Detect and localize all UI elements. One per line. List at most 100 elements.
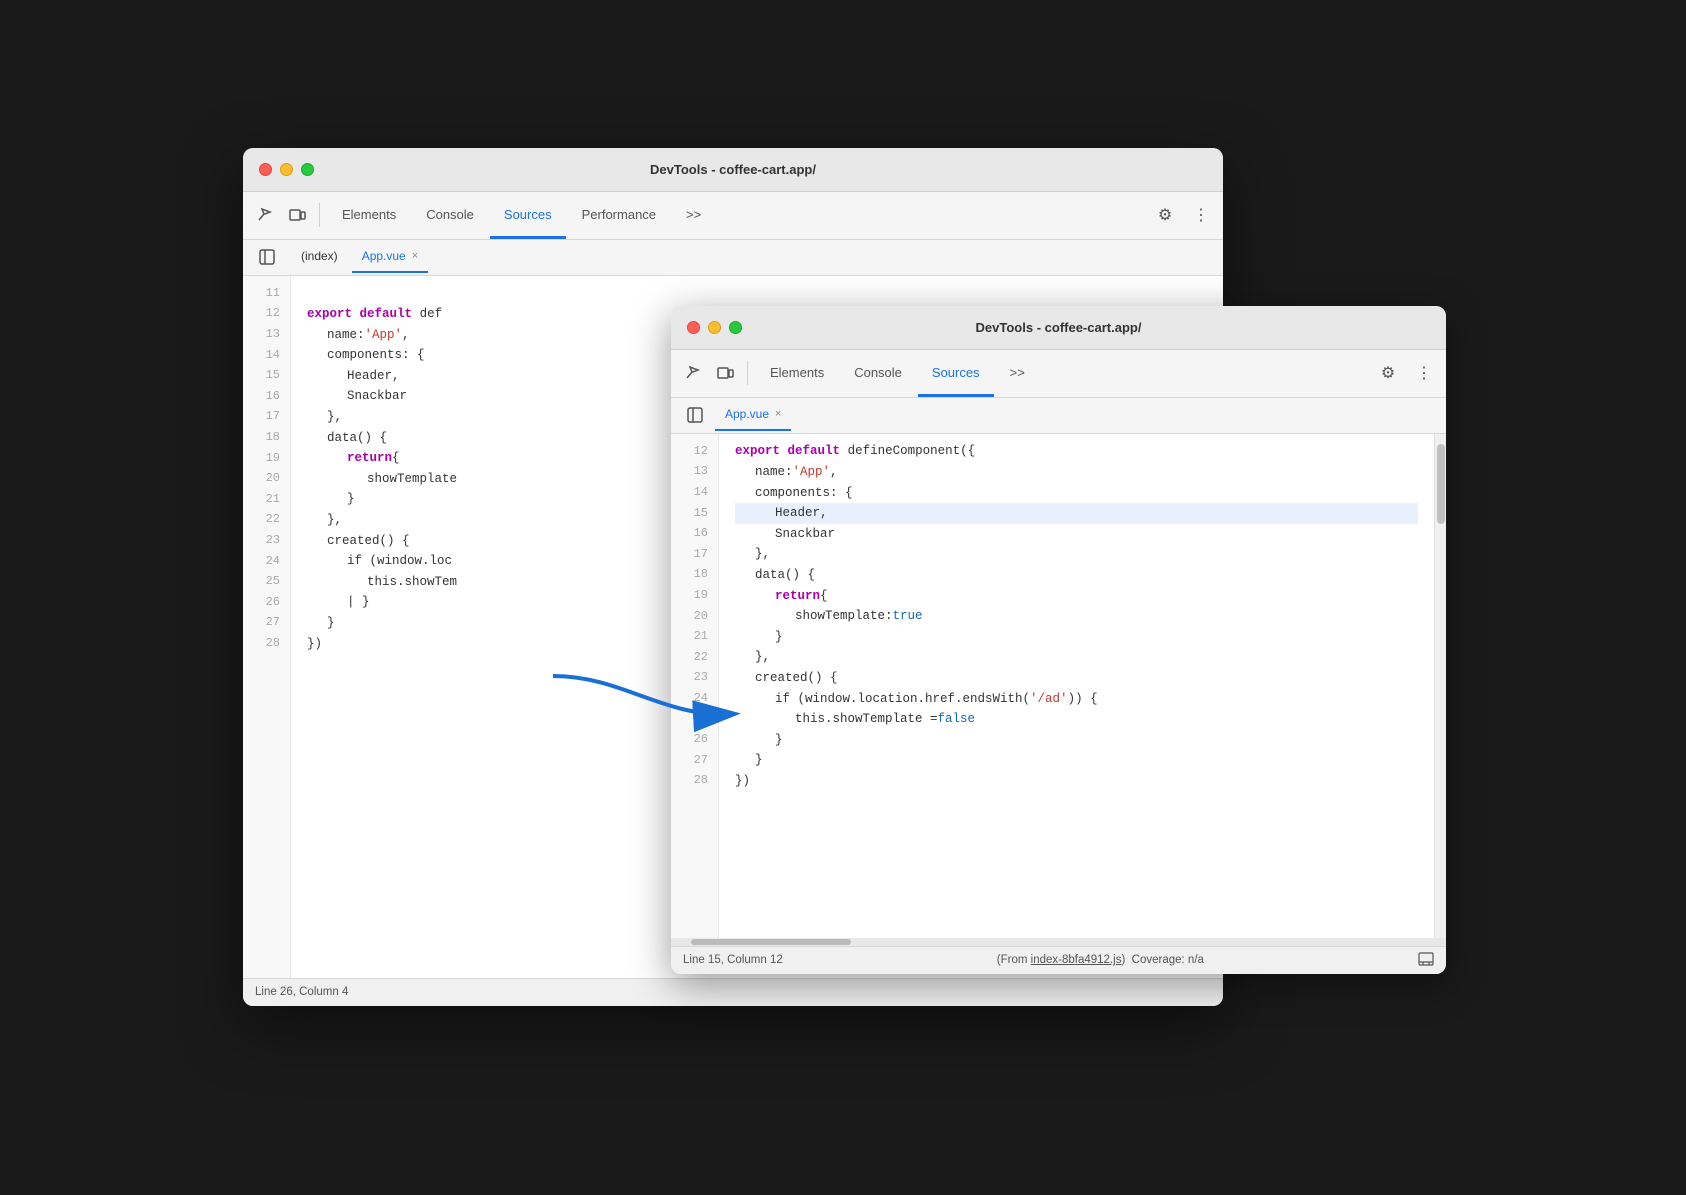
fcode-line-21: } (735, 627, 1418, 648)
toolbar-front: Elements Console Sources >> ⚙ ⋮ (671, 350, 1446, 398)
fcode-line-26: } (735, 730, 1418, 751)
close-tab-icon-back[interactable]: × (412, 250, 418, 262)
line-numbers-back: 11 12 13 14 15 16 17 18 19 20 21 22 23 2… (243, 276, 291, 978)
settings-icon-front[interactable]: ⚙ (1374, 359, 1402, 387)
ln-11: 11 (243, 284, 290, 305)
fcode-line-27: } (735, 750, 1418, 771)
ln-25: 25 (243, 572, 290, 593)
fln-20: 20 (671, 606, 718, 627)
status-position-back: Line 26, Column 4 (255, 986, 348, 998)
code-line-11 (307, 284, 1207, 305)
status-bar-front: Line 15, Column 12 (From index-8bfa4912.… (671, 946, 1446, 974)
maximize-button-back[interactable] (301, 163, 314, 176)
fln-19: 19 (671, 586, 718, 607)
fln-23: 23 (671, 668, 718, 689)
more-icon-front[interactable]: ⋮ (1410, 359, 1438, 387)
tab-nav-back: Elements Console Sources Performance >> (328, 192, 1147, 239)
tab-sources-front[interactable]: Sources (918, 350, 994, 397)
fcode-line-13: name: 'App', (735, 462, 1418, 483)
fln-13: 13 (671, 462, 718, 483)
ln-22: 22 (243, 510, 290, 531)
tab-more-front[interactable]: >> (996, 350, 1039, 397)
file-tab-index-back[interactable]: (index) (287, 240, 352, 275)
close-tab-icon-front[interactable]: × (775, 408, 781, 420)
status-from: (From index-8bfa4912.js) Coverage: n/a (997, 954, 1204, 966)
maximize-button-front[interactable] (729, 321, 742, 334)
fcode-line-16: Snackbar (735, 524, 1418, 545)
fcode-line-23: created() { (735, 668, 1418, 689)
fcode-line-12: export default defineComponent({ (735, 442, 1418, 463)
fln-22: 22 (671, 647, 718, 668)
minimize-button-back[interactable] (280, 163, 293, 176)
ln-23: 23 (243, 531, 290, 552)
sep-front (747, 361, 748, 385)
ln-13: 13 (243, 325, 290, 346)
h-scrollbar-thumb-front[interactable] (691, 939, 851, 945)
tab-elements-front[interactable]: Elements (756, 350, 838, 397)
fcode-line-28: }) (735, 771, 1418, 792)
fln-27: 27 (671, 750, 718, 771)
file-tabs-bar-back: (index) App.vue × (243, 240, 1223, 276)
status-bar-back: Line 26, Column 4 (243, 978, 1223, 1006)
fcode-line-19: return { (735, 586, 1418, 607)
devtools-window-front: DevTools - coffee-cart.app/ Elements Con… (671, 306, 1446, 974)
fln-18: 18 (671, 565, 718, 586)
inspect-icon-front[interactable] (679, 359, 707, 387)
file-tabs-bar-front: App.vue × (671, 398, 1446, 434)
tab-console-back[interactable]: Console (412, 192, 488, 239)
window-title-back: DevTools - coffee-cart.app/ (650, 162, 816, 177)
ln-20: 20 (243, 469, 290, 490)
file-tab-app-back[interactable]: App.vue × (352, 241, 428, 273)
window-title-front: DevTools - coffee-cart.app/ (976, 320, 1142, 335)
tab-performance-back[interactable]: Performance (568, 192, 670, 239)
tab-nav-front: Elements Console Sources >> (756, 350, 1370, 397)
toolbar-back: Elements Console Sources Performance >> … (243, 192, 1223, 240)
ln-16: 16 (243, 386, 290, 407)
minimize-button-front[interactable] (708, 321, 721, 334)
ln-24: 24 (243, 551, 290, 572)
traffic-lights-front (687, 321, 742, 334)
traffic-lights-back (259, 163, 314, 176)
titlebar-front: DevTools - coffee-cart.app/ (671, 306, 1446, 350)
fln-25: 25 (671, 709, 718, 730)
fcode-line-22: }, (735, 647, 1418, 668)
sidebar-toggle-front[interactable] (679, 399, 711, 431)
file-tab-name-back: App.vue (362, 249, 406, 263)
titlebar-back: DevTools - coffee-cart.app/ (243, 148, 1223, 192)
ln-27: 27 (243, 613, 290, 634)
tab-more-back[interactable]: >> (672, 192, 715, 239)
ln-18: 18 (243, 428, 290, 449)
ln-12: 12 (243, 304, 290, 325)
inspect-icon[interactable] (251, 201, 279, 229)
more-icon-back[interactable]: ⋮ (1187, 201, 1215, 229)
fln-21: 21 (671, 627, 718, 648)
device-icon-front[interactable] (711, 359, 739, 387)
tab-sources-back[interactable]: Sources (490, 192, 566, 239)
scrollbar-thumb-front[interactable] (1437, 444, 1445, 524)
from-link[interactable]: index-8bfa4912.js (1031, 954, 1122, 966)
ln-17: 17 (243, 407, 290, 428)
ln-15: 15 (243, 366, 290, 387)
ln-28: 28 (243, 634, 290, 655)
fcode-line-14: components: { (735, 483, 1418, 504)
tab-elements-back[interactable]: Elements (328, 192, 410, 239)
scrollbar-front[interactable] (1434, 434, 1446, 938)
line-numbers-front: 12 13 14 15 16 17 18 19 20 21 22 23 24 2… (671, 434, 719, 938)
toolbar-actions-back: ⚙ ⋮ (1151, 201, 1215, 229)
close-button-back[interactable] (259, 163, 272, 176)
device-icon[interactable] (283, 201, 311, 229)
code-area-front: 12 13 14 15 16 17 18 19 20 21 22 23 24 2… (671, 434, 1446, 946)
fcode-line-24: if (window.location.href.endsWith('/ad')… (735, 689, 1418, 710)
sidebar-toggle-back[interactable] (251, 241, 283, 273)
ln-14: 14 (243, 345, 290, 366)
fcode-line-18: data() { (735, 565, 1418, 586)
toolbar-actions-front: ⚙ ⋮ (1374, 359, 1438, 387)
fcode-line-15: Header, (735, 503, 1418, 524)
file-tab-app-front[interactable]: App.vue × (715, 399, 791, 431)
h-scrollbar-front[interactable] (671, 938, 1446, 946)
close-button-front[interactable] (687, 321, 700, 334)
ln-19: 19 (243, 448, 290, 469)
tab-console-front[interactable]: Console (840, 350, 916, 397)
coverage-icon (1418, 951, 1434, 970)
settings-icon-back[interactable]: ⚙ (1151, 201, 1179, 229)
